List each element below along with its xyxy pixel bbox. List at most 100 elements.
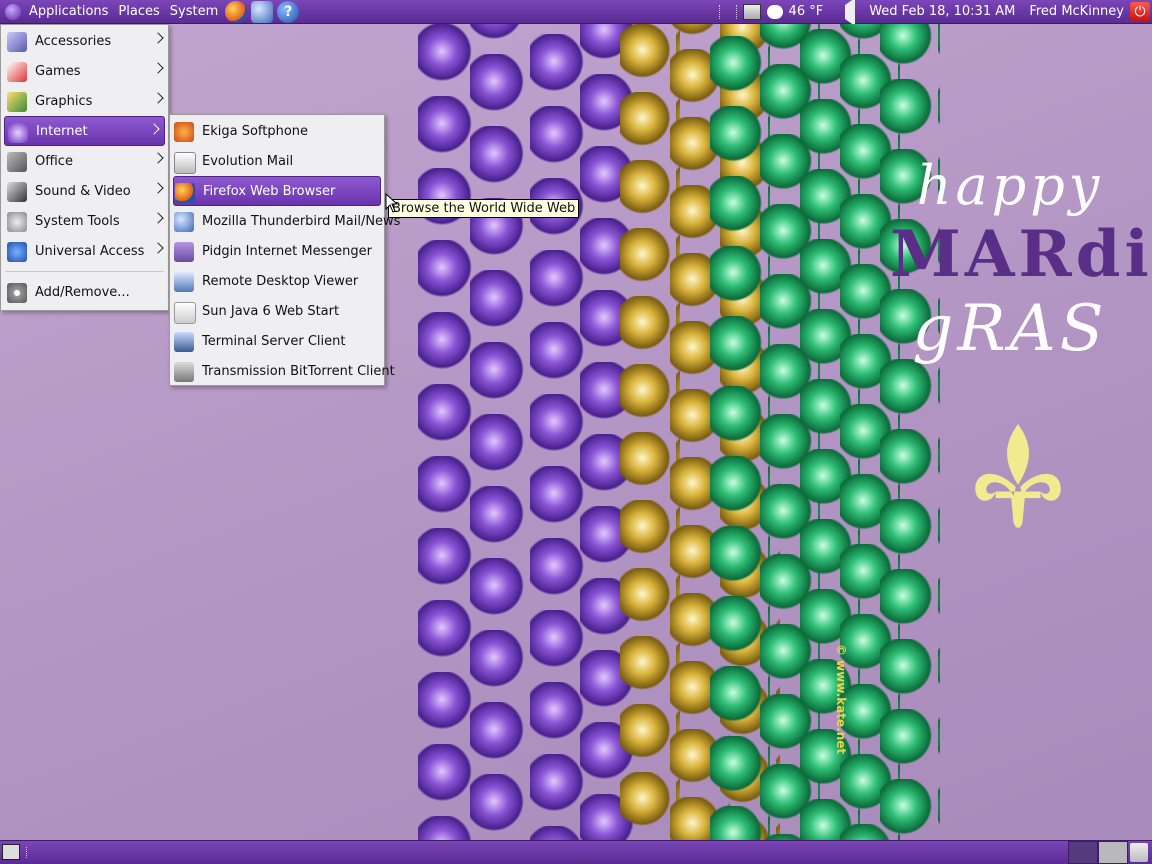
transmission-icon bbox=[174, 362, 194, 382]
user-name[interactable]: Fred McKinney bbox=[1029, 4, 1124, 19]
remote-desktop-icon bbox=[174, 272, 194, 292]
menu-item-label: Office bbox=[35, 153, 73, 169]
system-menu[interactable]: System bbox=[165, 0, 223, 24]
chevron-right-icon bbox=[152, 32, 164, 44]
internet-submenu: Ekiga Softphone Evolution Mail Firefox W… bbox=[169, 114, 400, 386]
greeting-line-3: gRAS bbox=[912, 292, 1108, 366]
submenu-item-label: Sun Java 6 Web Start bbox=[202, 303, 340, 319]
purple-bead-strand bbox=[418, 24, 478, 840]
submenu-item-terminal-server[interactable]: Terminal Server Client bbox=[170, 326, 384, 356]
java-icon bbox=[174, 302, 196, 324]
graphics-icon bbox=[7, 92, 27, 112]
bottom-panel bbox=[0, 840, 1152, 864]
menu-item-label: Graphics bbox=[35, 93, 93, 109]
workspace-2[interactable] bbox=[1098, 841, 1128, 864]
submenu-item-label: Evolution Mail bbox=[202, 153, 294, 169]
menu-item-label: Games bbox=[35, 63, 81, 79]
sound-video-icon bbox=[7, 182, 27, 202]
weather-temperature[interactable]: 46 °F bbox=[789, 4, 824, 19]
accessories-icon bbox=[7, 32, 27, 52]
chevron-right-icon bbox=[152, 92, 164, 104]
show-desktop-icon[interactable] bbox=[2, 844, 20, 860]
system-tools-icon bbox=[7, 212, 27, 232]
submenu-item-remote-desktop[interactable]: Remote Desktop Viewer bbox=[170, 266, 384, 296]
menu-item-add-remove[interactable]: Add/Remove... bbox=[1, 277, 168, 307]
applications-menu[interactable]: Applications bbox=[24, 0, 113, 24]
menu-item-universal-access[interactable]: Universal Access bbox=[1, 236, 168, 266]
tray-grip-icon bbox=[718, 4, 737, 19]
office-icon bbox=[7, 152, 27, 172]
firefox-icon bbox=[175, 183, 195, 203]
menu-item-label: Accessories bbox=[35, 33, 112, 49]
help-icon[interactable]: ? bbox=[277, 0, 300, 23]
applications-dropdown: Accessories Games Graphics Internet Offi… bbox=[0, 24, 169, 311]
purple-bead-strand bbox=[470, 24, 530, 840]
submenu-item-label: Firefox Web Browser bbox=[203, 183, 336, 199]
menu-item-label: Internet bbox=[36, 123, 88, 139]
panel-grip-icon bbox=[26, 847, 31, 858]
chevron-right-icon bbox=[148, 123, 160, 135]
add-remove-icon bbox=[7, 283, 27, 303]
menu-item-label: Universal Access bbox=[35, 243, 145, 259]
firefox-tooltip: Browse the World Wide Web bbox=[388, 199, 580, 218]
greeting-line-1: happy bbox=[916, 154, 1104, 217]
volume-icon[interactable] bbox=[829, 0, 856, 26]
weather-icon[interactable] bbox=[766, 4, 783, 19]
chevron-right-icon bbox=[152, 152, 164, 164]
menu-item-system-tools[interactable]: System Tools bbox=[1, 206, 168, 236]
power-icon[interactable]: ⏻ bbox=[1130, 1, 1150, 22]
thunderbird-icon bbox=[174, 212, 194, 232]
green-bead-strand bbox=[880, 24, 940, 840]
terminal-server-icon bbox=[174, 332, 194, 352]
fleur-de-lis-icon bbox=[975, 424, 1061, 528]
main-menu-bar: Applications Places System ? bbox=[0, 0, 301, 24]
places-menu[interactable]: Places bbox=[113, 0, 164, 24]
chevron-right-icon bbox=[152, 242, 164, 254]
chevron-right-icon bbox=[152, 62, 164, 74]
menu-item-label: System Tools bbox=[35, 213, 120, 229]
foot-logo-icon[interactable] bbox=[2, 1, 24, 23]
submenu-item-pidgin[interactable]: Pidgin Internet Messenger bbox=[170, 236, 384, 266]
evolution-icon bbox=[174, 152, 196, 174]
games-icon bbox=[7, 62, 27, 82]
submenu-item-evolution[interactable]: Evolution Mail bbox=[170, 146, 384, 176]
pidgin-icon bbox=[174, 242, 194, 262]
internet-icon bbox=[8, 123, 28, 143]
submenu-item-transmission[interactable]: Transmission BitTorrent Client bbox=[170, 356, 395, 386]
universal-access-icon bbox=[7, 242, 27, 262]
menu-item-sound-video[interactable]: Sound & Video bbox=[1, 176, 168, 206]
wallpaper-copyright: © www.kate.net bbox=[834, 644, 848, 755]
submenu-item-firefox[interactable]: Firefox Web Browser bbox=[173, 176, 381, 206]
submenu-item-java[interactable]: Sun Java 6 Web Start bbox=[170, 296, 384, 326]
firefox-launcher-icon[interactable] bbox=[225, 0, 248, 23]
mardi-gras-greeting: happy MARdi gRAS bbox=[890, 154, 1152, 366]
chevron-right-icon bbox=[152, 182, 164, 194]
submenu-item-thunderbird[interactable]: Mozilla Thunderbird Mail/News bbox=[170, 206, 400, 236]
menu-item-label: Sound & Video bbox=[35, 183, 131, 199]
trash-icon[interactable] bbox=[1130, 843, 1148, 862]
submenu-item-ekiga[interactable]: Ekiga Softphone bbox=[170, 116, 384, 146]
menu-item-accessories[interactable]: Accessories bbox=[1, 26, 168, 56]
submenu-item-label: Transmission BitTorrent Client bbox=[202, 363, 395, 379]
menu-item-graphics[interactable]: Graphics bbox=[1, 86, 168, 116]
submenu-item-label: Terminal Server Client bbox=[202, 333, 346, 349]
mouse-pointer-icon bbox=[385, 193, 399, 213]
menu-separator bbox=[5, 271, 164, 272]
menu-item-office[interactable]: Office bbox=[1, 146, 168, 176]
greeting-line-2: MARdi bbox=[890, 217, 1152, 292]
ekiga-icon bbox=[174, 122, 194, 142]
submenu-item-label: Pidgin Internet Messenger bbox=[202, 243, 372, 259]
thunderbird-launcher-icon[interactable] bbox=[251, 0, 274, 23]
submenu-item-label: Ekiga Softphone bbox=[202, 123, 309, 139]
menu-item-games[interactable]: Games bbox=[1, 56, 168, 86]
workspace-1[interactable] bbox=[1068, 841, 1098, 864]
menu-item-internet[interactable]: Internet bbox=[4, 116, 165, 146]
clock[interactable]: Wed Feb 18, 10:31 AM bbox=[869, 4, 1015, 19]
submenu-item-label: Remote Desktop Viewer bbox=[202, 273, 359, 289]
network-icon[interactable] bbox=[742, 3, 761, 20]
top-panel: Applications Places System ? 46 °F Wed F… bbox=[0, 0, 1152, 26]
menu-item-label: Add/Remove... bbox=[35, 284, 130, 300]
submenu-item-label: Mozilla Thunderbird Mail/News bbox=[202, 213, 401, 229]
system-tray: 46 °F Wed Feb 18, 10:31 AM Fred McKinney… bbox=[718, 0, 1152, 26]
chevron-right-icon bbox=[152, 212, 164, 224]
